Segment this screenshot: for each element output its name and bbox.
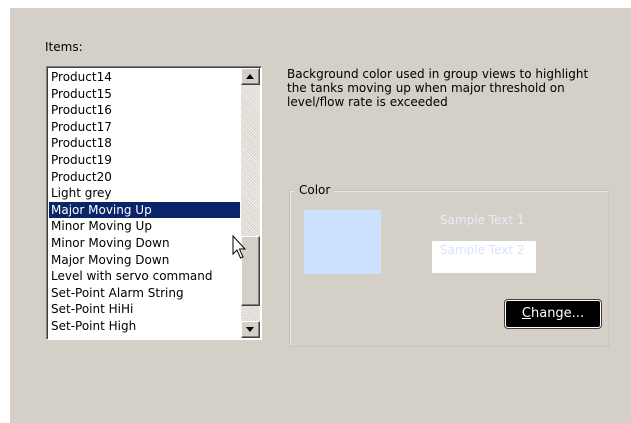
color-description: Background color used in group views to … — [287, 67, 589, 109]
list-item[interactable]: Set-Point High — [49, 318, 240, 335]
change-button[interactable]: Change... — [505, 300, 601, 328]
list-item[interactable]: Minor Moving Down — [49, 235, 240, 252]
list-item[interactable]: Set-Point HiHi — [49, 301, 240, 318]
list-item[interactable]: Level with servo command — [49, 268, 240, 285]
scroll-up-arrow-icon — [246, 74, 254, 79]
list-item[interactable]: Major Moving Down — [49, 252, 240, 269]
scroll-up-button[interactable] — [241, 68, 260, 85]
sample-text-1: Sample Text 1 — [440, 213, 525, 227]
list-item[interactable]: Set-Point Alarm String — [49, 285, 240, 302]
list-item[interactable]: Product18 — [49, 135, 240, 152]
listbox-scrollbar[interactable] — [241, 68, 260, 338]
list-item[interactable]: Product14 — [49, 69, 240, 86]
list-item[interactable]: Product20 — [49, 169, 240, 186]
scroll-down-arrow-icon — [246, 327, 254, 332]
items-label: Items: — [45, 40, 83, 54]
list-item[interactable]: Product19 — [49, 152, 240, 169]
items-list: Product14 Product15 Product16 Product17 Prod… — [49, 69, 240, 335]
items-listbox[interactable]: Product14 Product15 Product16 Product17 Prod… — [46, 66, 262, 340]
color-group-label: Color — [295, 183, 335, 197]
list-item[interactable]: Major Moving Up — [49, 201, 240, 219]
color-swatch — [304, 210, 381, 274]
mouse-pointer-icon — [232, 235, 247, 259]
list-item[interactable]: Light grey — [49, 185, 240, 202]
list-item[interactable]: Product15 — [49, 86, 240, 103]
list-item[interactable]: Product16 — [49, 102, 240, 119]
list-item[interactable]: Product17 — [49, 119, 240, 136]
change-button-label: hange... — [530, 306, 585, 321]
change-button-accelerator: C — [521, 306, 531, 321]
list-item[interactable]: Minor Moving Up — [49, 218, 240, 235]
scroll-down-button[interactable] — [241, 321, 260, 338]
sample-text-2: Sample Text 2 — [432, 241, 536, 273]
